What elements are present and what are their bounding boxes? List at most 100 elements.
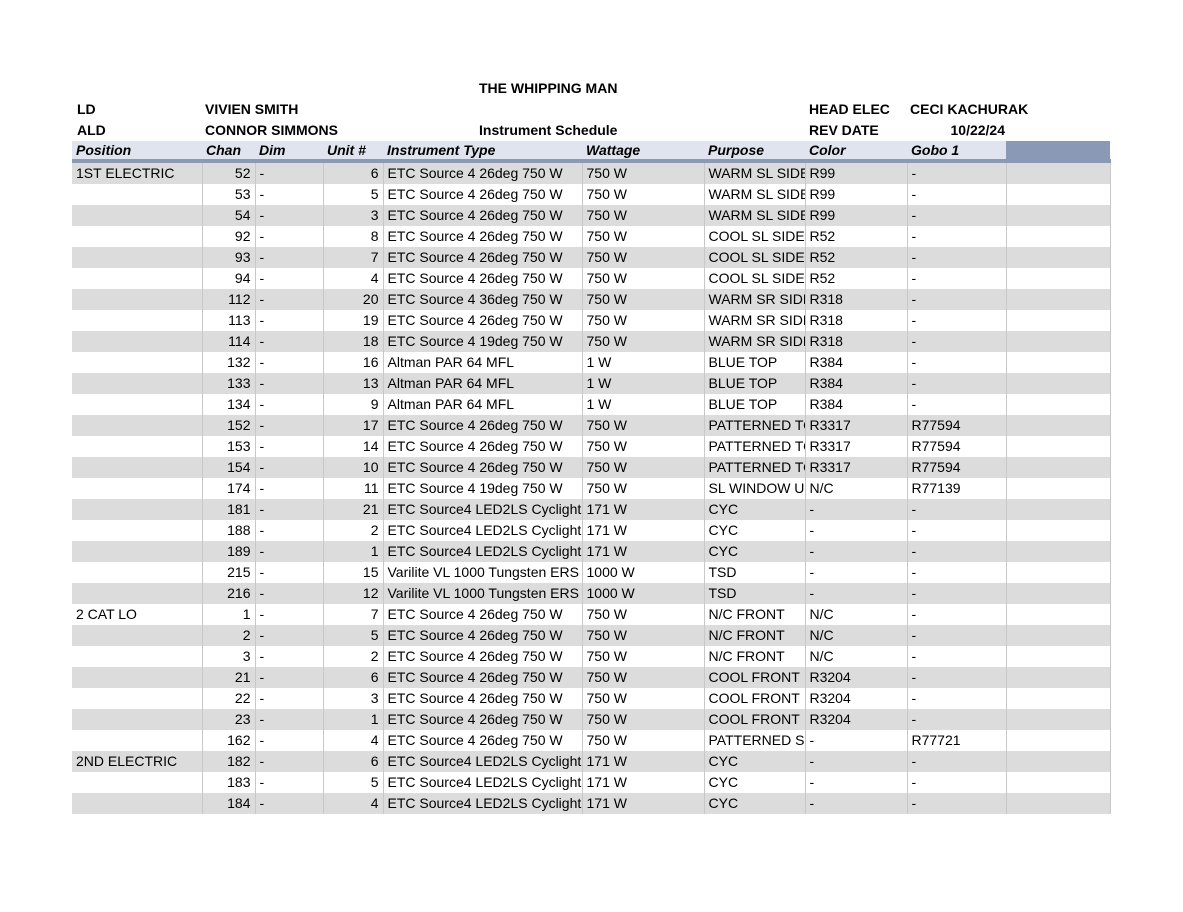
table-row: 112-20 ETC Source 4 36deg 750 W 750 W WARM …	[72, 289, 1111, 310]
unit-cell: 15	[323, 562, 384, 583]
color-cell: R3204	[805, 667, 908, 688]
color-cell: -	[805, 793, 908, 814]
chan-cell: 54	[202, 205, 256, 226]
table-row: 134-9 Altman PAR 64 MFL 1 W BLUE TOP R384-	[72, 394, 1111, 415]
chan-cell: 113	[202, 310, 256, 331]
chan-cell: 215	[202, 562, 256, 583]
purpose-cell: CYC	[704, 520, 806, 541]
head-elec-name: CECI KACHURAK	[910, 101, 1029, 117]
instrument-type-cell: ETC Source 4 36deg 750 W	[383, 289, 583, 310]
table-row: 114-18 ETC Source 4 19deg 750 W 750 W WARM …	[72, 331, 1111, 352]
chan-cell: 53	[202, 184, 256, 205]
table-row: 53-5 ETC Source 4 26deg 750 W 750 W WARM SL…	[72, 184, 1111, 205]
instrument-type-cell: ETC Source 4 26deg 750 W	[383, 268, 583, 289]
report-title: Instrument Schedule	[479, 122, 618, 138]
unit-cell: 7	[323, 604, 384, 625]
unit-cell: 5	[323, 772, 384, 793]
position-cell	[72, 583, 203, 604]
wattage-cell: 171 W	[582, 772, 705, 793]
instrument-type-cell: ETC Source4 LED2LS Cyclight	[383, 793, 583, 814]
chan-cell: 112	[202, 289, 256, 310]
extra-cell	[1006, 751, 1111, 772]
wattage-cell: 750 W	[582, 289, 705, 310]
color-cell: -	[805, 583, 908, 604]
extra-cell	[1006, 520, 1111, 541]
head-elec-label: HEAD ELEC	[809, 101, 890, 117]
dim-cell: -	[255, 793, 324, 814]
unit-cell: 6	[323, 751, 384, 772]
dim-cell: -	[255, 415, 324, 436]
dim-cell: -	[255, 373, 324, 394]
color-cell: R318	[805, 289, 908, 310]
table-row: 183-5 ETC Source4 LED2LS Cyclight 171 W CYC…	[72, 772, 1111, 793]
extra-cell	[1006, 247, 1111, 268]
color-cell: R384	[805, 352, 908, 373]
wattage-cell: 750 W	[582, 625, 705, 646]
gobo-cell: R77594	[907, 415, 1007, 436]
chan-cell: 132	[202, 352, 256, 373]
unit-cell: 2	[323, 646, 384, 667]
position-cell	[72, 646, 203, 667]
instrument-type-cell: ETC Source 4 26deg 750 W	[383, 436, 583, 457]
color-cell: N/C	[805, 478, 908, 499]
purpose-cell: COOL FRONT	[704, 688, 806, 709]
wattage-cell: 1 W	[582, 373, 705, 394]
chan-cell: 1	[202, 604, 256, 625]
wattage-cell: 750 W	[582, 415, 705, 436]
extra-cell	[1006, 268, 1111, 289]
unit-cell: 17	[323, 415, 384, 436]
purpose-cell: PATTERNED TO	[704, 436, 806, 457]
unit-cell: 14	[323, 436, 384, 457]
purpose-cell: CYC	[704, 772, 806, 793]
purpose-cell: COOL FRONT	[704, 667, 806, 688]
unit-cell: 4	[323, 793, 384, 814]
extra-cell	[1006, 205, 1111, 226]
table-row: 188-2 ETC Source4 LED2LS Cyclight 171 W CYC…	[72, 520, 1111, 541]
gobo-cell: -	[907, 352, 1007, 373]
chan-cell: 181	[202, 499, 256, 520]
color-cell: R52	[805, 226, 908, 247]
purpose-cell: SL WINDOW US	[704, 478, 806, 499]
table-row: 174-11 ETC Source 4 19deg 750 W 750 W SL WI…	[72, 478, 1111, 499]
purpose-cell: WARM SL SIDE	[704, 161, 806, 184]
gobo-cell: -	[907, 625, 1007, 646]
purpose-cell: N/C FRONT	[704, 646, 806, 667]
chan-cell: 52	[202, 161, 256, 184]
dim-cell: -	[255, 730, 324, 751]
purpose-cell: BLUE TOP	[704, 373, 806, 394]
instrument-type-cell: ETC Source4 LED2LS Cyclight	[383, 499, 583, 520]
instrument-type-cell: ETC Source 4 26deg 750 W	[383, 310, 583, 331]
position-cell	[72, 268, 203, 289]
gobo-cell: R77594	[907, 457, 1007, 478]
instrument-type-cell: ETC Source 4 26deg 750 W	[383, 247, 583, 268]
unit-cell: 12	[323, 583, 384, 604]
chan-cell: 184	[202, 793, 256, 814]
instrument-type-cell: ETC Source 4 26deg 750 W	[383, 415, 583, 436]
extra-cell	[1006, 583, 1111, 604]
chan-cell: 93	[202, 247, 256, 268]
color-cell: R52	[805, 247, 908, 268]
instrument-type-cell: ETC Source 4 26deg 750 W	[383, 205, 583, 226]
dim-cell: -	[255, 310, 324, 331]
purpose-cell: CYC	[704, 751, 806, 772]
gobo-cell: -	[907, 541, 1007, 562]
dim-cell: -	[255, 161, 324, 184]
col-chan-header: Chan	[202, 141, 255, 163]
purpose-cell: COOL FRONT	[704, 709, 806, 730]
extra-cell	[1006, 310, 1111, 331]
position-cell	[72, 499, 203, 520]
table-row: 2ND ELECTRIC 182-6 ETC Source4 LED2LS Cycl…	[72, 751, 1111, 772]
unit-cell: 1	[323, 541, 384, 562]
unit-cell: 9	[323, 394, 384, 415]
dim-cell: -	[255, 562, 324, 583]
gobo-cell: R77721	[907, 730, 1007, 751]
position-cell	[72, 772, 203, 793]
position-cell	[72, 541, 203, 562]
extra-cell	[1006, 457, 1111, 478]
table-row: 215-15 Varilite VL 1000 Tungsten ERS 1000 …	[72, 562, 1111, 583]
color-cell: -	[805, 772, 908, 793]
chan-cell: 134	[202, 394, 256, 415]
position-cell	[72, 352, 203, 373]
chan-cell: 21	[202, 667, 256, 688]
position-cell: 2 CAT LO	[72, 604, 203, 625]
